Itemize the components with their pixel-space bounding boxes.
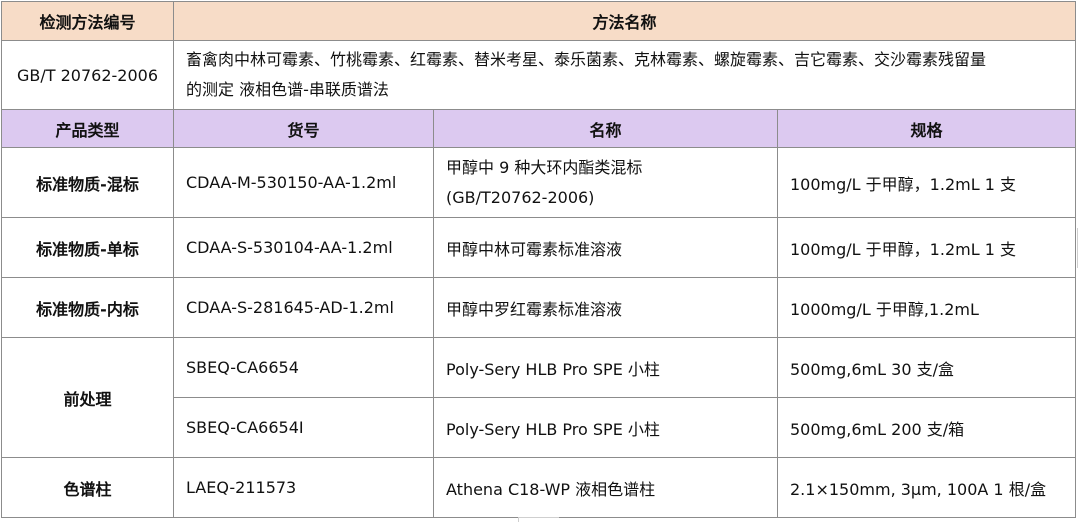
product-name: Poly-Sery HLB Pro SPE 小柱 xyxy=(433,337,778,398)
table-row: 标准物质-单标 CDAA-S-530104-AA-1.2ml 甲醇中林可霉素标准… xyxy=(1,217,1076,278)
product-sku: CDAA-M-530150-AA-1.2ml xyxy=(173,147,434,218)
product-name: Poly-Sery HLB Pro SPE 小柱 xyxy=(433,397,778,458)
table-row: 色谱柱 LAEQ-211573 Athena C18-WP 液相色谱柱 2.1×… xyxy=(1,457,1076,518)
product-sku: CDAA-S-281645-AD-1.2ml xyxy=(173,277,434,338)
product-spec: 500mg,6mL 30 支/盒 xyxy=(777,337,1076,398)
product-type-header: 产品类型 xyxy=(1,109,174,148)
product-spec: 1000mg/L 于甲醇,1.2mL xyxy=(777,277,1076,338)
product-header-row: 产品类型 货号 名称 规格 xyxy=(1,109,1076,148)
product-spec: 500mg,6mL 200 支/箱 xyxy=(777,397,1076,458)
product-spec: 100mg/L 于甲醇，1.2mL 1 支 xyxy=(777,147,1076,218)
method-header-row: 检测方法编号 方法名称 xyxy=(1,1,1076,41)
product-type: 标准物质-混标 xyxy=(1,147,174,218)
product-sku: SBEQ-CA6654 xyxy=(173,337,434,398)
method-code: GB/T 20762-2006 xyxy=(1,40,174,110)
product-sku: CDAA-S-530104-AA-1.2ml xyxy=(173,217,434,278)
method-product-table: 检测方法编号 方法名称 GB/T 20762-2006 畜禽肉中林可霉素、竹桃霉… xyxy=(1,1,1076,518)
product-name-line1: 甲醇中 9 种大环内酯类混标 xyxy=(446,157,643,177)
product-name: 甲醇中罗红霉素标准溶液 xyxy=(433,277,778,338)
product-type: 色谱柱 xyxy=(1,457,174,518)
method-name-line2: 的测定 液相色谱-串联质谱法 xyxy=(186,80,389,99)
table-row: 前处理 SBEQ-CA6654 Poly-Sery HLB Pro SPE 小柱… xyxy=(1,337,1076,458)
product-type: 前处理 xyxy=(1,337,174,458)
product-name-header: 名称 xyxy=(433,109,778,148)
table-row: 标准物质-内标 CDAA-S-281645-AD-1.2ml 甲醇中罗红霉素标准… xyxy=(1,277,1076,338)
method-row: GB/T 20762-2006 畜禽肉中林可霉素、竹桃霉素、红霉素、替米考星、泰… xyxy=(1,40,1076,110)
method-name: 畜禽肉中林可霉素、竹桃霉素、红霉素、替米考星、泰乐菌素、克林霉素、螺旋霉素、吉它… xyxy=(173,40,1076,110)
product-sku: LAEQ-211573 xyxy=(173,457,434,518)
product-name: 甲醇中林可霉素标准溶液 xyxy=(433,217,778,278)
product-sku-header: 货号 xyxy=(173,109,434,148)
product-spec: 100mg/L 于甲醇，1.2mL 1 支 xyxy=(777,217,1076,278)
product-spec-header: 规格 xyxy=(777,109,1076,148)
table-row: 标准物质-混标 CDAA-M-530150-AA-1.2ml 甲醇中 9 种大环… xyxy=(1,147,1076,218)
product-sku: SBEQ-CA6654I xyxy=(173,397,434,458)
method-code-header: 检测方法编号 xyxy=(1,1,174,41)
product-name-line2: (GB/T20762-2006) xyxy=(446,187,595,207)
product-type: 标准物质-内标 xyxy=(1,277,174,338)
method-name-header: 方法名称 xyxy=(173,1,1076,41)
product-name: Athena C18-WP 液相色谱柱 xyxy=(433,457,778,518)
method-name-line1: 畜禽肉中林可霉素、竹桃霉素、红霉素、替米考星、泰乐菌素、克林霉素、螺旋霉素、吉它… xyxy=(186,50,987,69)
product-spec: 2.1×150mm, 3μm, 100A 1 根/盒 xyxy=(777,457,1076,518)
product-name: 甲醇中 9 种大环内酯类混标 (GB/T20762-2006) xyxy=(433,147,778,218)
product-type: 标准物质-单标 xyxy=(1,217,174,278)
bottom-edge-marker xyxy=(518,517,559,522)
